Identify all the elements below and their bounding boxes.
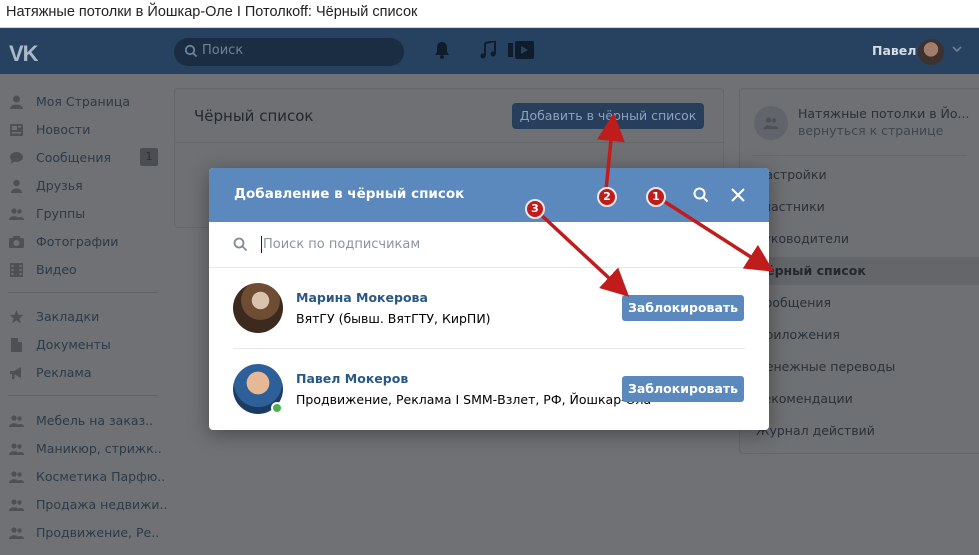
add-to-blacklist-button[interactable]: Добавить в чёрный список — [512, 103, 704, 129]
sidebar-divider — [8, 395, 158, 396]
avatar[interactable] — [233, 283, 283, 333]
document-icon — [11, 338, 22, 352]
modal-title: Добавление в чёрный список — [234, 186, 465, 202]
block-button[interactable]: Заблокировать — [622, 295, 744, 321]
sidebar-item-ads[interactable]: Реклама — [0, 359, 160, 387]
sidebar-item-label: Видео — [36, 262, 77, 277]
sidebar-item-label: Друзья — [36, 178, 83, 193]
top-header: VK Поиск Павел — [0, 28, 979, 74]
groups-icon — [763, 117, 779, 129]
unread-count-badge: 1 — [140, 148, 158, 166]
sidebar-item-bookmarks[interactable]: Закладки — [0, 303, 160, 331]
page-title: Чёрный список — [194, 107, 314, 125]
person-description: ВятГУ (бывш. ВятГТУ, КирПИ) — [296, 311, 491, 326]
header-search-input[interactable]: Поиск — [174, 38, 404, 66]
chat-icon — [10, 152, 23, 164]
menu-item-action-log[interactable]: Журнал действий — [756, 423, 875, 438]
window-title: Натяжные потолки в Йошкар-Оле I Потолкof… — [6, 4, 418, 20]
sidebar-item-label: Закладки — [36, 309, 100, 324]
music-icon[interactable] — [480, 41, 496, 59]
blacklist-add-modal: Добавление в чёрный список Поиск по подп… — [209, 168, 769, 430]
sidebar-item-label: Продвижение, Ре.. — [36, 525, 160, 540]
sidebar-item-photos[interactable]: Фотографии — [0, 228, 160, 256]
sidebar-item-video[interactable]: Видео — [0, 256, 160, 284]
user-avatar[interactable] — [918, 39, 944, 65]
sidebar-item-group-realty[interactable]: Продажа недвижи.. — [0, 491, 168, 519]
person-name-link[interactable]: Марина Мокерова — [296, 290, 428, 305]
subscriber-search-input[interactable]: Поиск по подписчикам — [209, 222, 769, 268]
header-search-placeholder: Поиск — [202, 43, 244, 58]
sidebar-item-label: Сообщения — [36, 150, 112, 165]
groups-icon — [9, 527, 24, 539]
sidebar-item-documents[interactable]: Документы — [0, 331, 160, 359]
annotation-badge-2: 2 — [597, 187, 617, 207]
bell-icon[interactable] — [434, 41, 450, 59]
sidebar-item-my-page[interactable]: Моя Страница — [0, 88, 160, 116]
sidebar-item-label: Продажа недвижи.. — [36, 497, 168, 512]
person-description: Продвижение, Реклама I SMM-Взлет, РФ, Йо… — [296, 392, 652, 407]
video-icon[interactable] — [508, 41, 534, 59]
vk-logo[interactable]: VK — [9, 41, 39, 67]
panel-divider — [174, 142, 724, 143]
sidebar-item-news[interactable]: Новости — [0, 116, 160, 144]
right-panel-divider — [752, 155, 967, 156]
sidebar-item-group-promotion[interactable]: Продвижение, Ре.. — [0, 519, 160, 547]
groups-icon — [9, 499, 24, 511]
chevron-down-icon[interactable] — [952, 45, 962, 53]
sidebar-item-label: Маникюр, стрижк.. — [36, 441, 162, 456]
menu-item-recommendations[interactable]: Рекомендации — [756, 391, 853, 406]
person-name-link[interactable]: Павел Мокеров — [296, 371, 408, 386]
sidebar-item-label: Новости — [36, 122, 91, 137]
online-indicator — [271, 402, 283, 414]
block-button[interactable]: Заблокировать — [622, 376, 744, 402]
camera-icon — [9, 236, 24, 248]
groups-icon — [9, 443, 24, 455]
sidebar-item-label: Моя Страница — [36, 94, 130, 109]
user-icon — [10, 95, 23, 109]
group-name[interactable]: Натяжные потолки в Йо... — [798, 106, 969, 121]
sidebar-item-label: Документы — [36, 337, 111, 352]
sidebar-divider — [8, 292, 158, 293]
sidebar-item-groups[interactable]: Группы — [0, 200, 160, 228]
groups-icon — [9, 208, 24, 220]
groups-icon — [9, 471, 24, 483]
sidebar-item-group-cosmetics[interactable]: Косметика Парфю.. — [0, 463, 165, 491]
menu-item-money-transfers[interactable]: Денежные переводы — [756, 359, 895, 374]
close-icon[interactable] — [731, 188, 745, 202]
megaphone-icon — [10, 367, 21, 379]
sidebar-item-label: Реклама — [36, 365, 92, 380]
search-icon[interactable] — [693, 187, 709, 203]
news-icon — [10, 124, 23, 136]
annotation-badge-3: 3 — [525, 199, 545, 219]
menu-item-managers[interactable]: Руководители — [756, 231, 849, 246]
sidebar-item-label: Группы — [36, 206, 86, 221]
sidebar-item-messages[interactable]: Сообщения 1 — [0, 144, 160, 172]
header-username[interactable]: Павел — [872, 43, 916, 58]
star-icon — [9, 310, 24, 324]
film-icon — [10, 263, 23, 277]
search-icon — [184, 44, 198, 58]
text-caret — [261, 236, 262, 253]
subscriber-search-placeholder: Поиск по подписчикам — [263, 237, 421, 252]
window-titlebar: Натяжные потолки в Йошкар-Оле I Потолкof… — [0, 0, 979, 28]
sidebar-item-label: Мебель на заказ.. — [36, 413, 154, 428]
sidebar-item-group-manicure[interactable]: Маникюр, стрижк.. — [0, 435, 162, 463]
sidebar-item-friends[interactable]: Друзья — [0, 172, 160, 200]
friend-icon — [11, 179, 22, 193]
sidebar-item-label: Фотографии — [36, 234, 119, 249]
modal-header: Добавление в чёрный список — [209, 168, 769, 222]
search-icon — [233, 237, 248, 252]
group-avatar[interactable] — [754, 106, 788, 140]
annotation-badge-1: 1 — [646, 187, 666, 207]
menu-item-blacklist[interactable]: Чёрный список — [756, 263, 866, 278]
back-to-page-link[interactable]: вернуться к странице — [798, 123, 943, 138]
row-divider — [233, 348, 745, 349]
sidebar-item-label: Косметика Парфю.. — [36, 469, 166, 484]
groups-icon — [9, 415, 24, 427]
sidebar-item-group-furniture[interactable]: Мебель на заказ.. — [0, 407, 160, 435]
